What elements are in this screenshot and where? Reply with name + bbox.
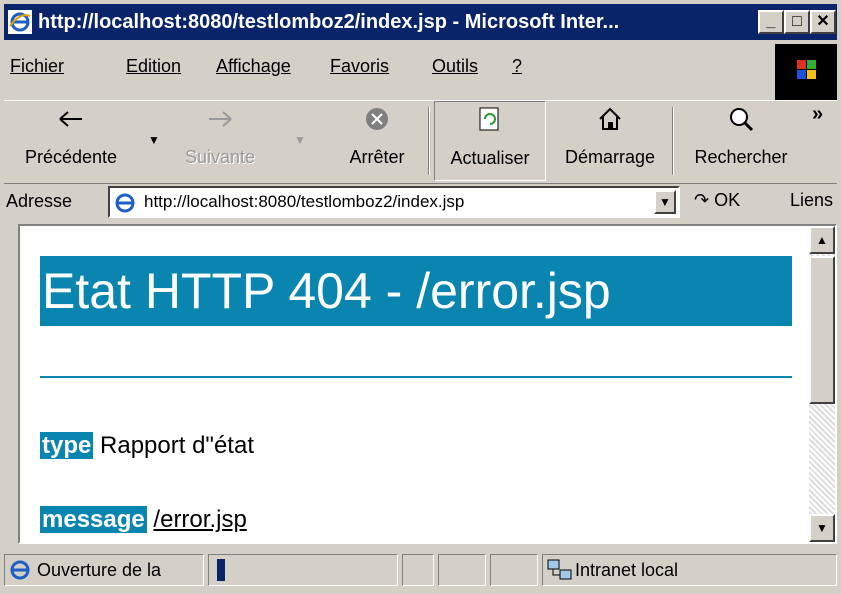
refresh-icon — [479, 107, 499, 131]
back-dropdown-icon[interactable]: ▼ — [148, 133, 160, 147]
error-heading: Etat HTTP 404 - /error.jsp — [40, 256, 792, 326]
close-button[interactable]: ✕ — [810, 10, 836, 34]
windows-flag-icon — [797, 60, 816, 79]
vertical-scrollbar[interactable]: ▲ ▼ — [809, 226, 835, 542]
address-dropdown-icon[interactable]: ▼ — [654, 190, 676, 214]
type-row: type Rapport d"état — [40, 432, 254, 460]
menu-edition[interactable]: Edition — [126, 56, 181, 77]
go-label: OK — [714, 190, 741, 210]
forward-arrow-icon — [209, 111, 232, 127]
search-icon — [730, 108, 754, 132]
windows-logo — [775, 44, 837, 100]
refresh-button[interactable]: Actualiser — [434, 101, 546, 181]
status-text-panel: Ouverture de la — [4, 554, 204, 586]
message-value: /error.jsp — [153, 506, 247, 533]
scroll-down-icon[interactable]: ▼ — [809, 514, 835, 542]
links-button[interactable]: Liens — [790, 190, 833, 211]
back-label: Précédente — [24, 147, 118, 167]
home-button[interactable]: Démarrage — [552, 101, 668, 181]
toolbar-separator — [672, 107, 674, 175]
search-label: Rechercher — [694, 147, 788, 167]
menu-affichage[interactable]: Affichage — [216, 56, 291, 77]
status-panel — [402, 554, 434, 586]
zone-panel: Intranet local — [542, 554, 837, 586]
forward-button[interactable]: Suivante — [170, 101, 270, 181]
title-bar[interactable]: http://localhost:8080/testlomboz2/index.… — [4, 4, 837, 40]
toolbar: Précédente ▼ Suivante ▼ Arrêter Actualis… — [4, 100, 837, 184]
type-value: Rapport d"état — [100, 432, 254, 459]
back-arrow-icon — [59, 111, 82, 127]
menu-fichier[interactable]: Fichier — [10, 56, 64, 77]
toolbar-separator — [428, 107, 430, 175]
address-url: http://localhost:8080/testlomboz2/index.… — [144, 192, 465, 211]
maximize-button[interactable]: □ — [784, 10, 810, 34]
scroll-thumb[interactable] — [809, 256, 835, 404]
zone-text: Intranet local — [575, 560, 679, 580]
menu-outils[interactable]: Outils — [432, 56, 478, 77]
status-panel — [490, 554, 538, 586]
message-label: message — [40, 506, 147, 533]
ie-icon — [8, 10, 32, 34]
type-label: type — [40, 432, 94, 459]
window-title: http://localhost:8080/testlomboz2/index.… — [38, 11, 620, 33]
message-row: message /error.jsp — [40, 506, 247, 534]
browser-window: http://localhost:8080/testlomboz2/index.… — [0, 0, 841, 594]
back-button[interactable]: Précédente — [4, 101, 138, 181]
scroll-up-icon[interactable]: ▲ — [809, 226, 835, 254]
go-button[interactable]: ↷ OK — [694, 190, 740, 211]
refresh-label: Actualiser — [450, 148, 530, 168]
ie-page-icon — [10, 560, 30, 580]
search-button[interactable]: Rechercher — [678, 101, 804, 181]
progress-bar — [217, 559, 225, 581]
page-viewport: Etat HTTP 404 - /error.jsp type Rapport … — [18, 224, 837, 544]
forward-label: Suivante — [184, 147, 256, 167]
address-input[interactable]: http://localhost:8080/testlomboz2/index.… — [108, 186, 680, 218]
status-bar: Ouverture de la Intranet local — [4, 548, 837, 590]
address-bar: Adresse http://localhost:8080/testlomboz… — [4, 182, 837, 222]
stop-button[interactable]: Arrêter — [330, 101, 424, 181]
forward-dropdown-icon[interactable]: ▼ — [294, 133, 306, 147]
stop-label: Arrêter — [349, 147, 405, 167]
home-icon — [599, 107, 621, 130]
menu-help[interactable]: ? — [512, 56, 522, 77]
go-arrow-icon: ↷ — [694, 190, 710, 210]
stop-icon — [366, 108, 388, 130]
divider — [40, 376, 792, 378]
menu-bar: Fichier Edition Affichage Favoris Outils… — [4, 44, 837, 100]
status-text: Ouverture de la — [37, 560, 162, 580]
page-content: Etat HTTP 404 - /error.jsp type Rapport … — [20, 226, 810, 542]
minimize-button[interactable]: _ — [758, 10, 784, 34]
menu-favoris[interactable]: Favoris — [330, 56, 389, 77]
home-label: Démarrage — [564, 147, 656, 167]
toolbar-overflow-icon[interactable]: » — [812, 103, 823, 126]
status-panel — [438, 554, 486, 586]
page-icon — [115, 193, 135, 213]
address-label: Adresse — [6, 191, 73, 211]
progress-panel — [208, 554, 398, 586]
intranet-icon — [547, 559, 572, 580]
